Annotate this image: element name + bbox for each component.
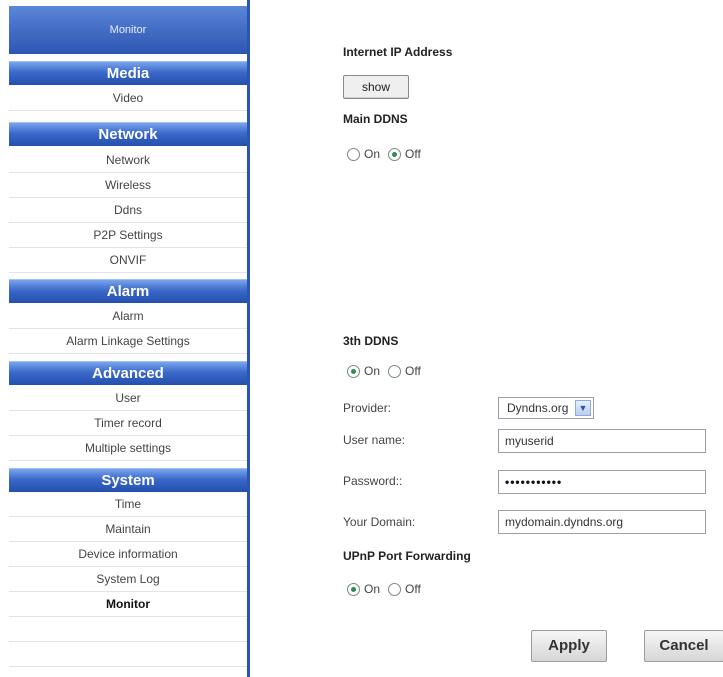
sidebar-item-alarm[interactable]: Alarm [9,304,247,329]
sidebar-item-wireless[interactable]: Wireless [9,173,247,198]
upnp-off-radio[interactable] [388,582,402,596]
main-ddns-off-label: Off [405,147,421,161]
third-ddns-on-label: On [364,364,381,378]
sidebar-item-maintain[interactable]: Maintain [9,517,247,542]
section-header-advanced[interactable]: Advanced [9,361,247,385]
section-header-alarm[interactable]: Alarm [9,279,247,303]
provider-label: Provider: [343,401,392,415]
upnp-off-label: Off [405,582,421,596]
sidebar-item-ddns[interactable]: Ddns [9,198,247,223]
section-header-media[interactable]: Media [9,61,247,85]
sidebar-item-alarm-linkage-settings[interactable]: Alarm Linkage Settings [9,329,247,354]
third-ddns-radio-group: On Off [347,364,429,378]
domain-label: Your Domain: [343,515,416,529]
third-ddns-off-radio[interactable] [388,364,402,378]
third-ddns-on-radio[interactable] [347,364,360,378]
username-field[interactable]: myuserid [498,429,706,453]
show-button[interactable]: show [343,75,409,99]
third-ddns-label: 3th DDNS [343,334,399,348]
sidebar-item-monitor[interactable]: Monitor [9,592,247,617]
password-field[interactable]: ••••••••••• [498,470,706,494]
sidebar-item-system-log[interactable]: System Log [9,567,247,592]
sidebar-item-p2p-settings[interactable]: P2P Settings [9,223,247,248]
sidebar-item-monitor-top[interactable]: Monitor [9,6,247,54]
main-ddns-label: Main DDNS [343,112,408,126]
sidebar-item-multiple-settings[interactable]: Multiple settings [9,436,247,461]
main-ddns-on-radio[interactable] [347,147,360,161]
domain-field[interactable]: mydomain.dyndns.org [498,510,706,534]
upnp-label: UPnP Port Forwarding [343,549,471,563]
password-label: Password:: [343,474,403,488]
apply-button[interactable]: Apply [531,630,607,662]
sidebar-item-time[interactable]: Time [9,492,247,517]
sidebar-blank-row [9,617,247,642]
sidebar-item-timer-record[interactable]: Timer record [9,411,247,436]
internet-ip-label: Internet IP Address [343,45,453,59]
sidebar-item-video[interactable]: Video [9,86,247,111]
sidebar-item-network[interactable]: Network [9,148,247,173]
sidebar-blank-row [9,642,247,667]
username-label: User name: [343,433,406,447]
cancel-button[interactable]: Cancel [644,630,723,662]
upnp-on-label: On [364,582,381,596]
sidebar-item-onvif[interactable]: ONVIF [9,248,247,273]
third-ddns-off-label: Off [405,364,421,378]
provider-select[interactable]: Dyndns.org ▼ [498,397,594,419]
section-header-network[interactable]: Network [9,122,247,146]
upnp-radio-group: On Off [347,582,429,596]
main-ddns-off-radio[interactable] [388,147,402,161]
main-ddns-on-label: On [364,147,381,161]
sidebar-divider [247,0,250,677]
chevron-down-icon[interactable]: ▼ [575,400,591,416]
sidebar: Monitor Media Video Network Network Wire… [0,0,253,677]
upnp-on-radio[interactable] [347,582,360,596]
provider-select-value: Dyndns.org [507,401,569,415]
main-ddns-radio-group: On Off [347,147,429,161]
sidebar-item-device-information[interactable]: Device information [9,542,247,567]
section-header-system[interactable]: System [9,468,247,492]
sidebar-item-user[interactable]: User [9,386,247,411]
